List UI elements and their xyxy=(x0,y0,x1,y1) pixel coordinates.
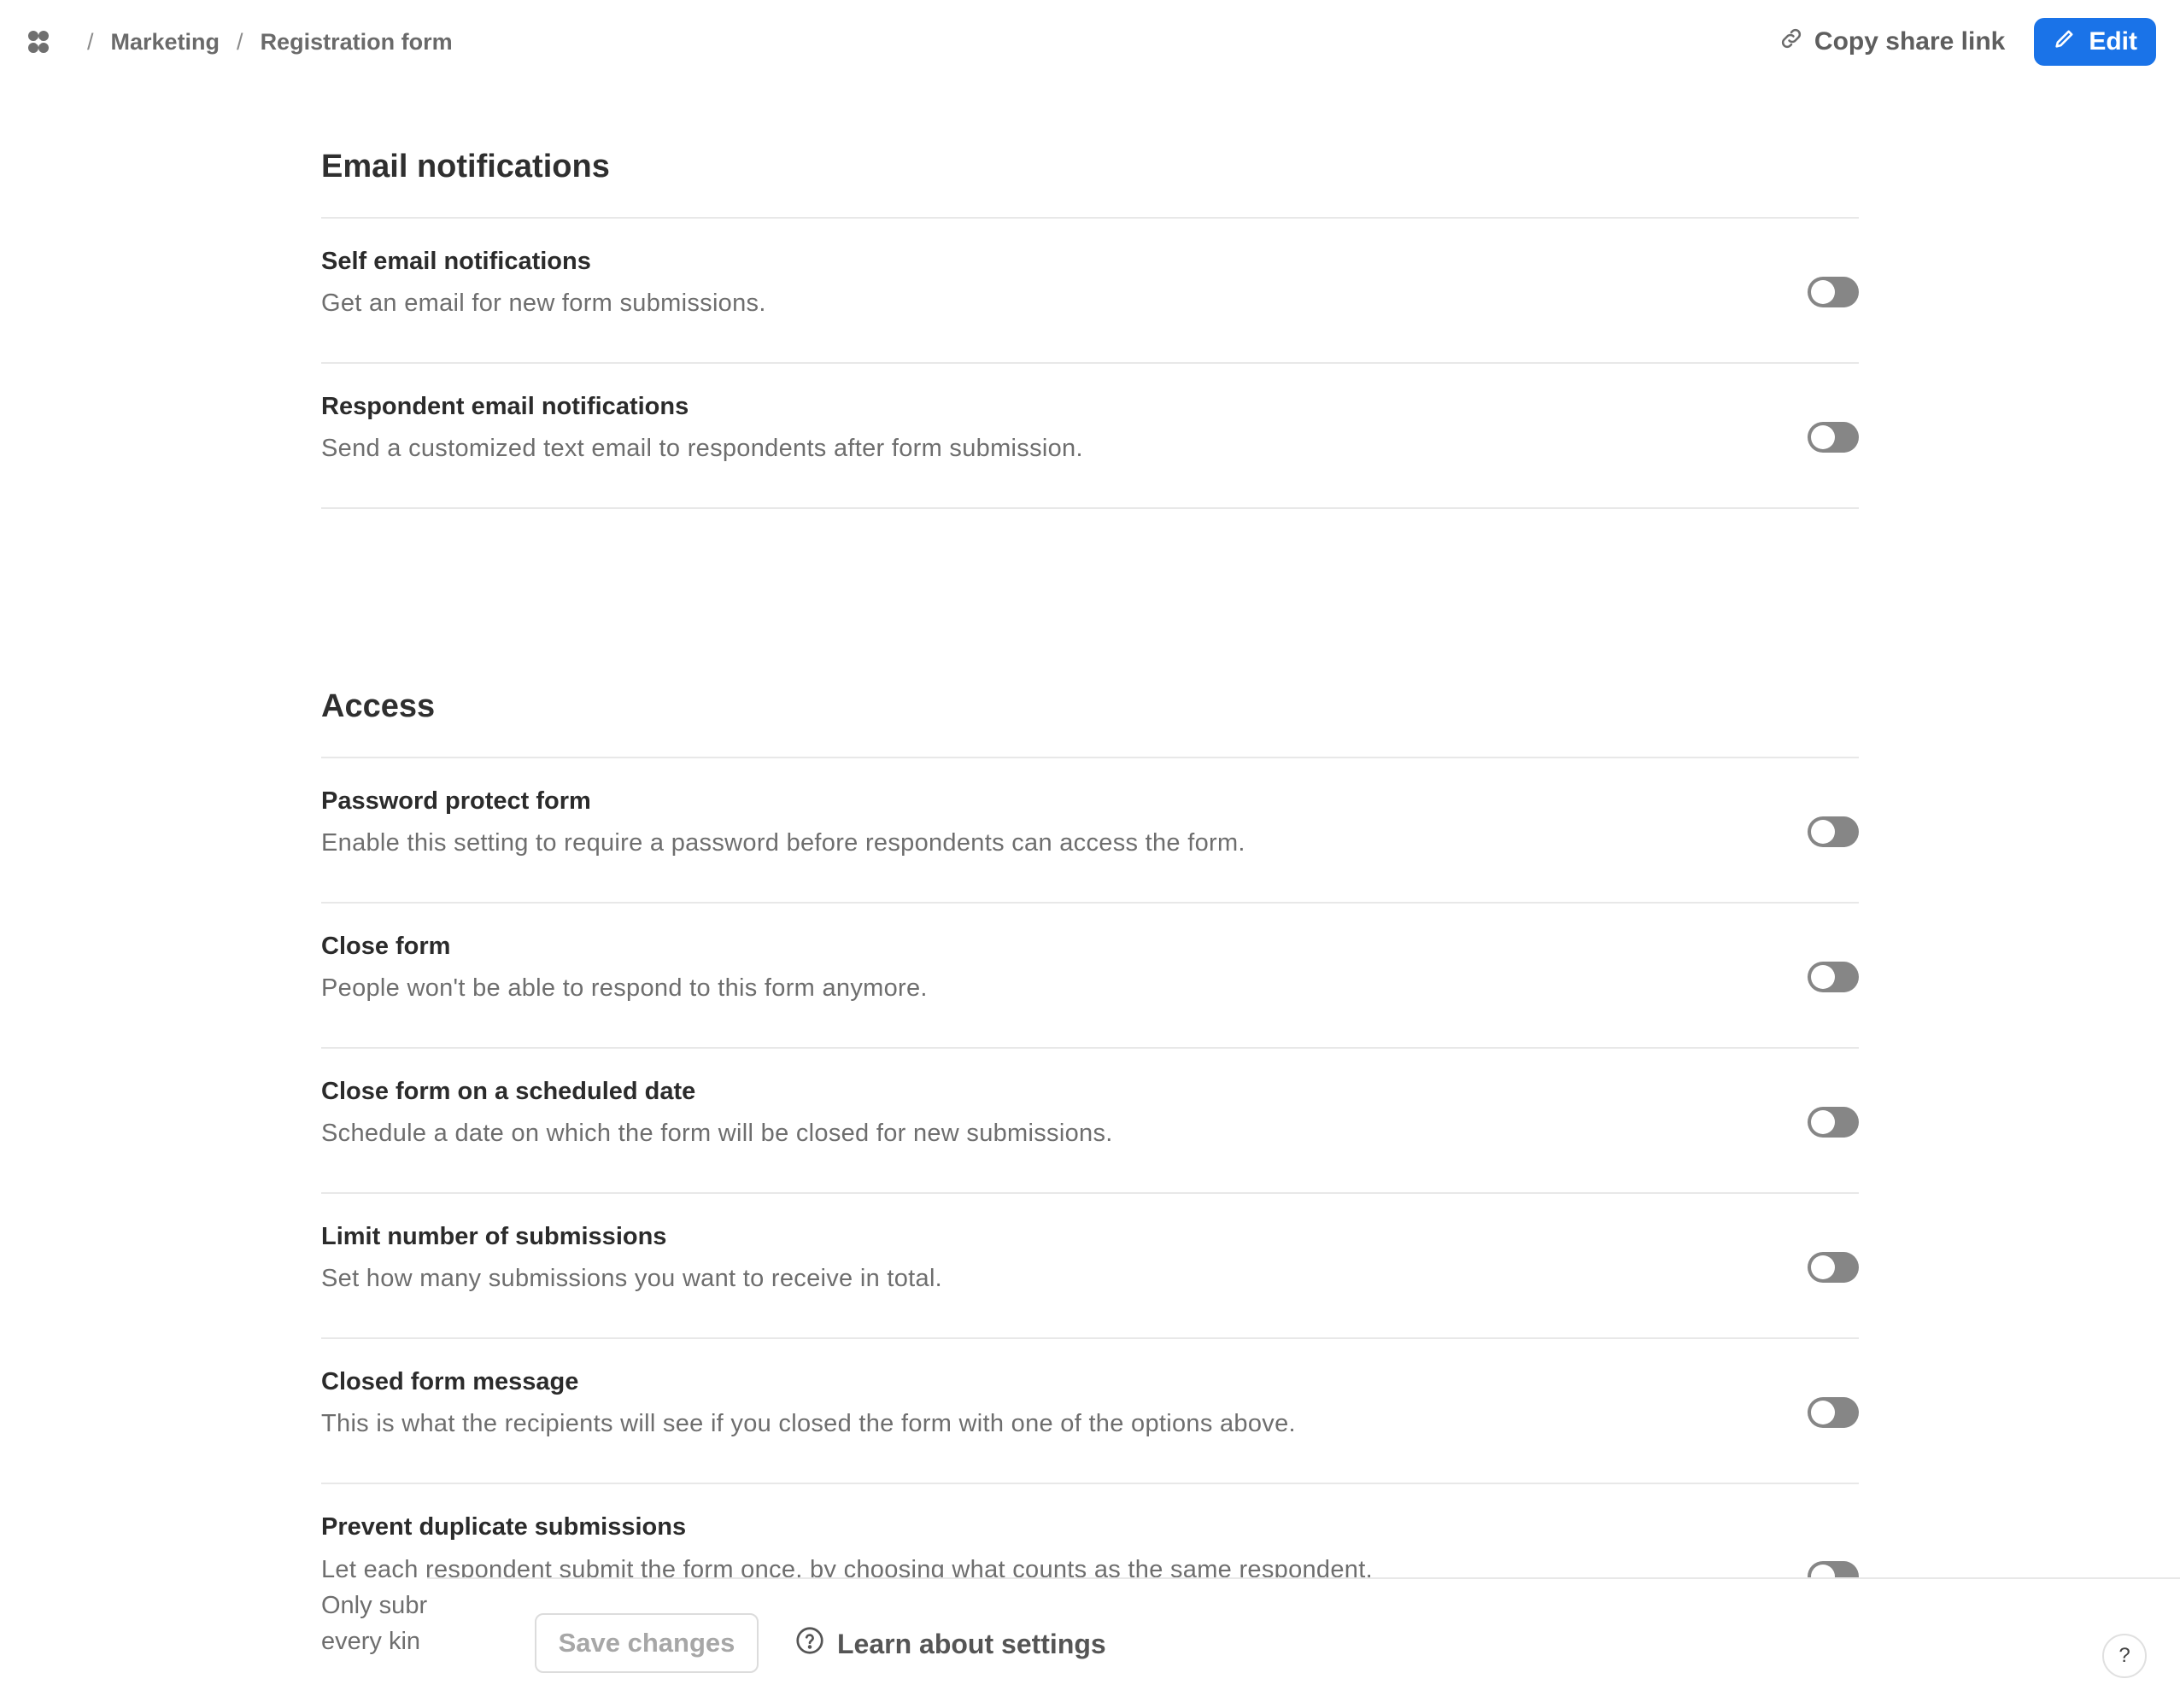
toggle-knob xyxy=(1811,425,1835,449)
setting-title: Respondent email notifications xyxy=(321,393,689,420)
setting-title: Limit number of submissions xyxy=(321,1223,667,1250)
breadcrumb-separator: / xyxy=(87,28,94,55)
breadcrumb-separator: / xyxy=(237,28,243,55)
setting-respondent-email-notifications: Respondent email notifications Send a cu… xyxy=(321,364,1859,509)
respondent-email-toggle[interactable] xyxy=(1808,422,1859,453)
setting-description-line2: Only subr xyxy=(321,1592,427,1619)
toggle-knob xyxy=(1811,965,1835,989)
setting-password-protect-form: Password protect form Enable this settin… xyxy=(321,758,1859,904)
toggle-knob xyxy=(1811,280,1835,304)
breadcrumb-registration-form[interactable]: Registration form xyxy=(261,29,453,56)
setting-closed-form-message: Closed form message This is what the rec… xyxy=(321,1339,1859,1484)
setting-description-line3: every kin xyxy=(321,1628,421,1655)
section-title-access: Access xyxy=(321,668,1859,758)
setting-title: Close form xyxy=(321,933,451,960)
setting-close-form: Close form People won't be able to respo… xyxy=(321,904,1859,1049)
link-icon xyxy=(1779,26,1804,58)
setting-description: People won't be able to respond to this … xyxy=(321,974,928,1002)
toggle-knob xyxy=(1811,1110,1835,1134)
help-circle-icon xyxy=(794,1625,825,1663)
copy-share-link-label: Copy share link xyxy=(1814,27,2006,56)
setting-title: Password protect form xyxy=(321,787,591,815)
setting-description: Enable this setting to require a passwor… xyxy=(321,829,1245,857)
pencil-icon xyxy=(2053,26,2077,57)
setting-description: Send a customized text email to responde… xyxy=(321,435,1083,462)
help-button[interactable]: ? xyxy=(2102,1634,2147,1678)
breadcrumb-marketing[interactable]: Marketing xyxy=(111,29,220,56)
learn-about-settings-label: Learn about settings xyxy=(837,1628,1106,1659)
copy-share-link-button[interactable]: Copy share link xyxy=(1779,26,2005,58)
section-title-email-notifications: Email notifications xyxy=(321,128,1859,219)
save-changes-button[interactable]: Save changes xyxy=(535,1613,759,1673)
setting-title: Closed form message xyxy=(321,1368,579,1395)
toggle-knob xyxy=(1811,1255,1835,1279)
app-logo-icon[interactable] xyxy=(24,27,53,56)
toggle-knob xyxy=(1811,1401,1835,1424)
password-protect-toggle[interactable] xyxy=(1808,816,1859,847)
top-bar: / Marketing / Registration form Copy sha… xyxy=(0,0,2180,84)
setting-description: This is what the recipients will see if … xyxy=(321,1410,1296,1437)
setting-limit-submissions: Limit number of submissions Set how many… xyxy=(321,1194,1859,1339)
self-email-toggle[interactable] xyxy=(1808,277,1859,307)
bottom-action-bar: Save changes Learn about settings xyxy=(427,1577,2180,1708)
setting-description: Schedule a date on which the form will b… xyxy=(321,1120,1113,1147)
closed-form-message-toggle[interactable] xyxy=(1808,1397,1859,1428)
toggle-knob xyxy=(1811,820,1835,844)
learn-about-settings-link[interactable]: Learn about settings xyxy=(794,1625,1106,1663)
setting-title: Self email notifications xyxy=(321,248,591,275)
setting-title: Prevent duplicate submissions xyxy=(321,1513,687,1541)
scheduled-close-toggle[interactable] xyxy=(1808,1107,1859,1138)
setting-title: Close form on a scheduled date xyxy=(321,1078,696,1105)
edit-label: Edit xyxy=(2089,27,2137,56)
limit-submissions-toggle[interactable] xyxy=(1808,1252,1859,1283)
close-form-toggle[interactable] xyxy=(1808,962,1859,992)
setting-close-form-scheduled-date: Close form on a scheduled date Schedule … xyxy=(321,1049,1859,1194)
breadcrumb: / Marketing / Registration form xyxy=(24,27,453,56)
setting-description: Set how many submissions you want to rec… xyxy=(321,1265,943,1292)
setting-description: Get an email for new form submissions. xyxy=(321,290,766,317)
settings-content: Email notifications Self email notificat… xyxy=(321,128,1859,1672)
edit-button[interactable]: Edit xyxy=(2034,18,2156,66)
setting-self-email-notifications: Self email notifications Get an email fo… xyxy=(321,219,1859,364)
